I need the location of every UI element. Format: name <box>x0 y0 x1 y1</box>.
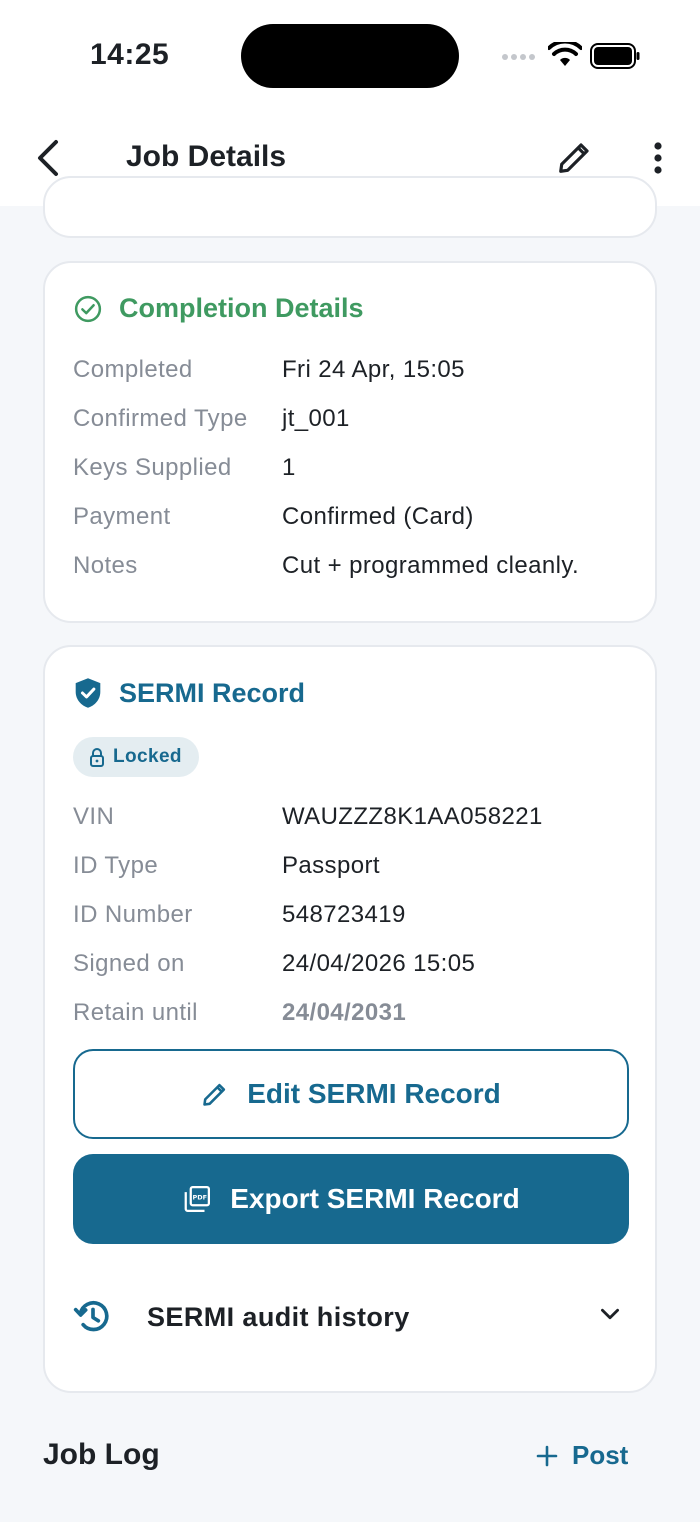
more-icon[interactable] <box>648 138 668 178</box>
chevron-down-icon[interactable] <box>597 1301 623 1327</box>
detail-row: Signed on 24/04/2026 15:05 <box>73 949 633 979</box>
detail-row: ID Type Passport <box>73 851 633 881</box>
lock-icon <box>90 748 104 767</box>
sermi-audit-history-label: SERMI audit history <box>147 1301 410 1332</box>
locked-status-badge: Locked <box>73 737 199 777</box>
detail-label: Notes <box>73 552 138 579</box>
page-title: Job Details <box>126 140 287 173</box>
detail-row: Keys Supplied 1 <box>73 453 633 483</box>
detail-label: Confirmed Type <box>73 405 248 432</box>
completion-details-header: Completion Details <box>73 293 364 324</box>
previous-card <box>43 176 657 238</box>
detail-value: 548723419 <box>282 901 406 928</box>
sermi-record-header: SERMI Record <box>73 677 305 709</box>
svg-text:PDF: PDF <box>193 1193 208 1201</box>
plus-icon <box>536 1445 558 1466</box>
cellular-signal-icon <box>502 54 535 60</box>
detail-label: Signed on <box>73 950 185 977</box>
detail-value: 1 <box>282 454 296 481</box>
detail-label: Retain until <box>73 999 198 1026</box>
sermi-audit-history-toggle[interactable]: SERMI audit history <box>73 1287 629 1347</box>
check-circle-icon <box>74 295 102 322</box>
edit-sermi-record-button[interactable]: Edit SERMI Record <box>73 1049 629 1139</box>
detail-value: jt_001 <box>282 405 350 432</box>
detail-label: ID Number <box>73 901 193 928</box>
detail-label: VIN <box>73 803 115 830</box>
post-button-label: Post <box>572 1440 629 1470</box>
detail-row: Notes Cut + programmed cleanly. <box>73 551 633 581</box>
detail-value: 24/04/2031 <box>282 999 407 1026</box>
detail-row: ID Number 548723419 <box>73 900 633 930</box>
detail-value: Cut + programmed cleanly. <box>282 552 580 579</box>
shield-check-icon <box>75 678 101 708</box>
completion-details-card: Completion Details Completed Fri 24 Apr,… <box>43 261 657 623</box>
detail-row: Confirmed Type jt_001 <box>73 404 633 434</box>
export-sermi-record-button[interactable]: PDF Export SERMI Record <box>73 1154 629 1244</box>
detail-value: 24/04/2026 15:05 <box>282 950 476 977</box>
battery-icon <box>590 43 640 69</box>
detail-value: WAUZZZ8K1AA058221 <box>282 803 543 830</box>
detail-row: Retain until 24/04/2031 <box>73 998 633 1028</box>
sermi-record-card: SERMI Record Locked VIN WAUZZZ8K1AA05822… <box>43 645 657 1393</box>
export-sermi-record-label: Export SERMI Record <box>230 1183 520 1214</box>
dynamic-island <box>241 24 459 88</box>
pencil-icon[interactable] <box>556 138 594 176</box>
detail-value: Confirmed (Card) <box>282 503 474 530</box>
status-bar: 14:25 <box>0 0 700 110</box>
clock: 14:25 <box>90 38 170 71</box>
pencil-icon <box>203 1083 226 1106</box>
detail-row: Payment Confirmed (Card) <box>73 502 633 532</box>
back-icon[interactable] <box>34 138 64 178</box>
job-log-title: Job Log <box>43 1438 160 1471</box>
detail-row: Completed Fri 24 Apr, 15:05 <box>73 355 633 385</box>
pdf-icon: PDF <box>184 1186 211 1212</box>
detail-label: ID Type <box>73 852 159 879</box>
completion-details-title: Completion Details <box>119 293 364 323</box>
edit-sermi-record-label: Edit SERMI Record <box>247 1078 501 1109</box>
sermi-record-title: SERMI Record <box>119 677 306 708</box>
detail-label: Payment <box>73 503 171 530</box>
history-icon <box>73 1301 109 1332</box>
detail-row: VIN WAUZZZ8K1AA058221 <box>73 802 633 832</box>
detail-label: Completed <box>73 356 193 383</box>
detail-value: Fri 24 Apr, 15:05 <box>282 356 465 383</box>
wifi-icon <box>548 42 582 66</box>
post-button[interactable]: Post <box>536 1440 628 1471</box>
detail-value: Passport <box>282 852 380 879</box>
detail-label: Keys Supplied <box>73 454 232 481</box>
locked-status-label: Locked <box>113 746 182 767</box>
